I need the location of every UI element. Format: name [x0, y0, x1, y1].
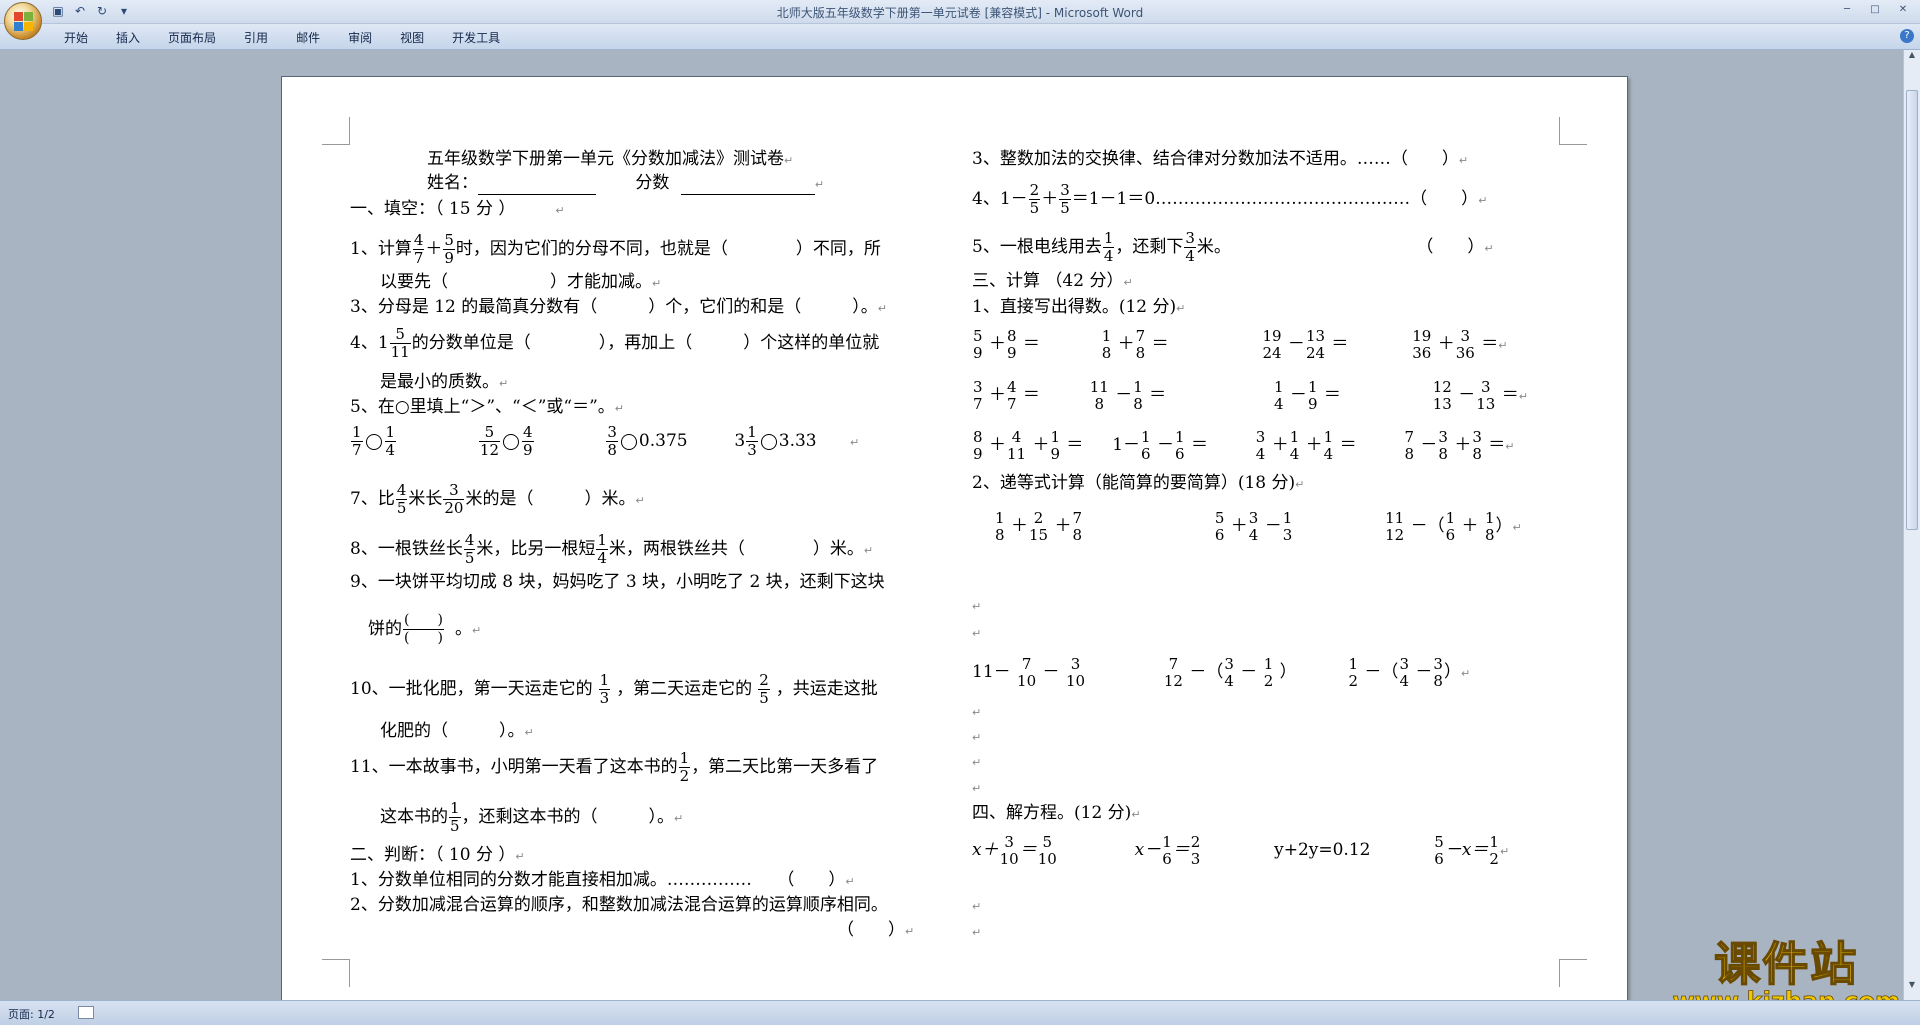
status-bar: 页面: 1/2 — [0, 1000, 1920, 1025]
question-3: 3、分母是 12 的最简真分数有（ ）个，它们的和是（ ）。↵ — [350, 297, 887, 317]
corner-mark — [322, 959, 350, 987]
blank-line: ↵ — [972, 706, 982, 719]
tab-1[interactable]: 插入 — [102, 29, 154, 46]
question-10-cont: 化肥的（ ）。↵ — [380, 721, 534, 741]
tab-7[interactable]: 开发工具 — [438, 29, 514, 46]
judge-2-paren: （ ）↵ — [837, 920, 915, 940]
scroll-thumb[interactable] — [1906, 90, 1918, 530]
judge-5: 5、一根电线用去 1 4 ，还剩下 3 4 米。 （ ）↵ — [972, 229, 1494, 265]
corner-mark — [322, 117, 350, 145]
scroll-up-icon[interactable]: ▲ — [1904, 50, 1920, 64]
step-calc-row-2: 11－ 7 10 － 3 10 7 12 －（3 4 － 12 ） 12 －（3 4 －3… — [972, 654, 1471, 690]
question-4-cont: 是最小的质数。↵ — [380, 372, 509, 392]
maximize-icon[interactable]: □ — [1862, 2, 1888, 18]
corner-mark — [1559, 959, 1587, 987]
judge-2: 2、分数加减混合运算的顺序，和整数加减法混合运算的运算顺序相同。 — [350, 895, 888, 915]
question-11: 11、一本故事书，小明第一天看了这本书的 1 2 ，第二天比第一天多看了 — [350, 749, 879, 785]
tab-4[interactable]: 邮件 — [282, 29, 334, 46]
close-icon[interactable]: ✕ — [1890, 2, 1916, 18]
question-1-cont: 以要先（ ）才能加减。↵ — [380, 272, 662, 292]
compare-circle[interactable] — [365, 433, 382, 450]
fraction: 59 — [443, 231, 455, 267]
help-icon[interactable]: ? — [1900, 29, 1914, 43]
blank-line: ↵ — [972, 600, 982, 613]
section3-heading: 三、计算 （42 分）↵ — [972, 271, 1133, 291]
compare-row: 1714 5 12 4 9 3 8 0.375 3 1 3 3.33 ↵ — [351, 423, 860, 459]
calc2-heading: 2、递等式计算（能简算的要简算）(18 分)↵ — [972, 473, 1305, 493]
calc-row-2: 37 ＋4 7 ＝ 11 8 －1 8 ＝ 14 －1 9 ＝ 12 13 － 3 13 ＝↵ — [973, 377, 1528, 413]
calc-row-1: 59 ＋8 9 ＝ 18 ＋7 8 ＝ 19 24 －13 24 ＝ 19 36 ＋ 3 36… — [973, 326, 1508, 362]
blank-line: ↵ — [972, 731, 982, 744]
vertical-scrollbar[interactable]: ▲ ▼ — [1903, 50, 1920, 1000]
tab-6[interactable]: 视图 — [386, 29, 438, 46]
question-11-cont: 这本书的 1 5 ，还剩这本书的（ ）。↵ — [380, 799, 684, 835]
tab-2[interactable]: 页面布局 — [154, 29, 230, 46]
document-page[interactable]: 五年级数学下册第一单元《分数加减法》测试卷↵ 姓名： 分数 ↵ 一、填空：（ 1… — [281, 76, 1628, 1006]
doc-title: 五年级数学下册第一单元《分数加减法》测试卷↵ — [427, 149, 794, 169]
office-button[interactable] — [4, 2, 42, 40]
step-calc-row-1: 18 ＋ 2 15 ＋7 8 56 ＋3 4 －1 3 11 12 －（1 6 ＋ 1 8）↵ — [995, 508, 1522, 544]
judge-1: 1、分数单位相同的分数才能直接相加减。…………… （ ）↵ — [350, 870, 855, 890]
judge-3: 3、整数加法的交换律、结合律对分数加法不适用。……（ ）↵ — [972, 149, 1469, 169]
tab-3[interactable]: 引用 — [230, 29, 282, 46]
blank-line: ↵ — [972, 900, 982, 913]
ribbon: 开始 插入 页面布局 引用 邮件 审阅 视图 开发工具 ? — [0, 24, 1920, 50]
question-5: 5、在○里填上“＞”、“＜”或“＝”。↵ — [350, 397, 625, 417]
window-title: 北师大版五年级数学下册第一单元试卷 [兼容模式] - Microsoft Wor… — [776, 6, 1144, 20]
equations-row: x＋ 3 10＝ 5 10 x－1 6＝2 3 y+2y=0.12 5 6－x＝1 2↵ — [972, 832, 1510, 868]
question-4: 4、1 5 11 的分数单位是（ ），再加上（ ）个这样的单位就 — [350, 325, 880, 361]
blank-line: ↵ — [972, 627, 982, 640]
minimize-icon[interactable]: ─ — [1834, 2, 1860, 18]
compare-circle[interactable] — [620, 433, 637, 450]
ribbon-tabs: 开始 插入 页面布局 引用 邮件 审阅 视图 开发工具 — [50, 29, 514, 46]
scroll-down-icon[interactable]: ▼ — [1904, 980, 1920, 994]
blank-line: ↵ — [972, 782, 982, 795]
fraction: 5 11 — [389, 325, 411, 361]
compare-circle[interactable] — [760, 433, 777, 450]
page-count[interactable]: 页面: 1/2 — [8, 1006, 55, 1022]
question-1: 1、计算 4 7 ＋ 5 9 时，因为它们的分母不同，也就是（ ）不同，所 — [350, 231, 881, 267]
compare-circle[interactable] — [503, 433, 519, 450]
tab-5[interactable]: 审阅 — [334, 29, 386, 46]
section2-heading: 二、判断：（ 10 分 ）↵ — [350, 845, 525, 865]
tab-0[interactable]: 开始 — [50, 29, 102, 46]
question-9-cont: 饼的( )( ) 。↵ — [368, 612, 482, 646]
name-score-line: 姓名： 分数 ↵ — [427, 173, 825, 195]
question-10: 10、一批化肥，第一天运走它的 1 3 ，第二天运走它的 2 5 ，共运走这批 — [350, 671, 878, 707]
office-logo-icon — [14, 12, 34, 32]
blank-line: ↵ — [972, 756, 982, 769]
question-8: 8、一根铁丝长 4 5 米，比另一根短 1 4 米，两根铁丝共（ ）米。↵ — [350, 531, 874, 567]
question-9: 9、一块饼平均切成 8 块，妈妈吃了 3 块，小明吃了 2 块，还剩下这块 — [350, 572, 885, 592]
question-7: 7、比 4 5 米长 3 20 米的是（ ）米。↵ — [350, 481, 645, 517]
calc-row-3: 89 ＋ 4 11 ＋1 9 ＝ 1－1 6 －1 6 ＝ 34 ＋1 4 ＋1 4 ＝ 78… — [973, 427, 1515, 463]
corner-mark — [1559, 117, 1587, 145]
judge-4: 4、1－ 2 5 ＋ 3 5 ＝1－1＝0………………………………………（ ）↵ — [972, 181, 1488, 217]
window-controls: ─ □ ✕ — [1834, 2, 1916, 18]
calc1-heading: 1、直接写出得数。(12 分)↵ — [972, 297, 1186, 317]
fraction: 47 — [412, 231, 425, 267]
blank-line: ↵ — [972, 926, 982, 939]
section4-heading: 四、解方程。(12 分)↵ — [972, 803, 1141, 823]
title-bar: ▣ ↶ ↻ ▾ 北师大版五年级数学下册第一单元试卷 [兼容模式] - Micro… — [0, 0, 1920, 40]
section1-heading: 一、填空：（ 15 分 ） ↵ — [350, 199, 565, 219]
proofing-icon[interactable] — [78, 1006, 94, 1019]
